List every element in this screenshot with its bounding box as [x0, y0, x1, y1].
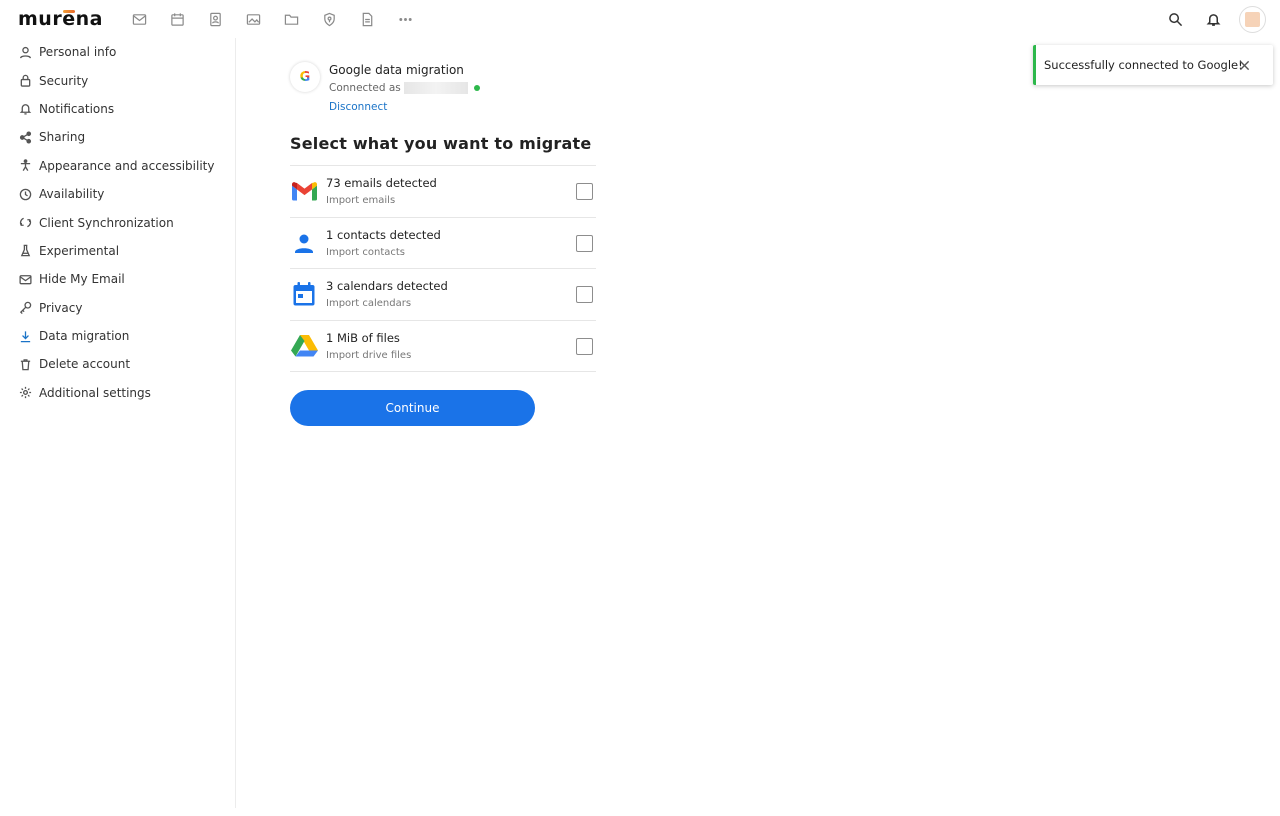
item-text: 73 emails detected Import emails: [326, 176, 437, 206]
item-subtitle: Import emails: [326, 195, 396, 207]
sidebar-item-label: Experimental: [39, 243, 120, 258]
sidebar-item-label: Hide My Email: [39, 272, 125, 287]
sidebar-item-label: Appearance and accessibility: [39, 158, 215, 173]
mail-app-icon[interactable]: [128, 8, 150, 30]
share-icon: [18, 130, 32, 144]
sidebar-item-appearance[interactable]: Appearance and accessibility: [0, 152, 235, 180]
files-app-icon[interactable]: [280, 8, 302, 30]
search-icon[interactable]: [1163, 5, 1187, 33]
sidebar-item-label: Delete account: [39, 357, 131, 372]
bell-icon: [18, 102, 32, 116]
data-migration-panel: G Google data migration Connected as Dis…: [290, 56, 600, 426]
google-account-box: G Google data migration Connected as Dis…: [290, 56, 600, 113]
top-bar: murena: [0, 0, 1280, 38]
sidebar-item-label: Personal info: [39, 45, 117, 60]
sync-icon: [18, 216, 32, 230]
photos-app-icon[interactable]: [242, 8, 264, 30]
continue-button[interactable]: Continue: [290, 390, 535, 426]
import-emails-checkbox[interactable]: [576, 183, 593, 200]
sidebar-item-label: Client Synchronization: [39, 215, 174, 230]
import-files-checkbox[interactable]: [576, 337, 593, 355]
list-item-files[interactable]: 1 MiB of files Import drive files: [290, 321, 596, 372]
item-title: 1 MiB of files: [326, 330, 400, 345]
header-actions: [1163, 5, 1266, 33]
sidebar-item-label: Privacy: [39, 300, 83, 315]
import-calendars-checkbox[interactable]: [576, 286, 593, 303]
gear-icon: [18, 386, 32, 400]
sidebar-item-security[interactable]: Security: [0, 66, 235, 94]
item-text: 1 contacts detected Import contacts: [326, 228, 441, 258]
item-title: 73 emails detected: [326, 176, 437, 191]
sidebar-item-label: Sharing: [39, 130, 86, 145]
key-icon: [18, 301, 32, 315]
murena-logo[interactable]: murena: [18, 8, 103, 30]
sidebar-item-label: Additional settings: [39, 385, 151, 400]
list-item-calendars[interactable]: 3 calendars detected Import calendars: [290, 269, 596, 321]
sidebar-item-experimental[interactable]: Experimental: [0, 237, 235, 265]
list-item-emails[interactable]: 73 emails detected Import emails: [290, 166, 596, 218]
notes-app-icon[interactable]: [356, 8, 378, 30]
settings-sidebar: Personal info Security Notifications Sha…: [0, 38, 236, 808]
sidebar-item-label: Availability: [39, 187, 105, 202]
item-subtitle: Import drive files: [326, 349, 412, 361]
sidebar-item-delete-account[interactable]: Delete account: [0, 350, 235, 378]
sidebar-item-label: Data migration: [39, 329, 130, 344]
google-logo-icon: G: [290, 62, 320, 92]
calendar-app-icon[interactable]: [166, 8, 188, 30]
contacts-app-icon[interactable]: [204, 8, 226, 30]
item-title: 1 contacts detected: [326, 227, 441, 242]
item-text: 1 MiB of files Import drive files: [326, 331, 411, 361]
lock-icon: [18, 74, 32, 88]
passwords-app-icon[interactable]: [318, 8, 340, 30]
import-contacts-checkbox[interactable]: [576, 234, 593, 252]
migration-title: Google data migration: [329, 63, 464, 77]
connected-status-dot: [473, 85, 480, 91]
close-icon[interactable]: [1237, 58, 1251, 72]
sidebar-item-client-sync[interactable]: Client Synchronization: [0, 208, 235, 236]
trash-icon: [18, 357, 32, 371]
disconnect-link[interactable]: Disconnect: [329, 101, 480, 113]
mail-icon: [18, 272, 32, 286]
connected-as-label: Connected as: [329, 82, 401, 94]
sidebar-item-availability[interactable]: Availability: [0, 180, 235, 208]
list-item-contacts[interactable]: 1 contacts detected Import contacts: [290, 218, 596, 269]
toast-message: Successfully connected to Google!: [1044, 58, 1243, 72]
connection-status: Connected as: [329, 82, 480, 94]
redacted-account: [403, 82, 468, 94]
sidebar-item-additional-settings[interactable]: Additional settings: [0, 379, 235, 407]
more-apps-icon[interactable]: [394, 8, 416, 30]
accessibility-icon: [18, 159, 32, 173]
success-toast: Successfully connected to Google!: [1033, 45, 1273, 85]
download-icon: [18, 329, 32, 343]
item-text: 3 calendars detected Import calendars: [326, 279, 448, 309]
person-icon: [18, 45, 32, 59]
app-switcher: [128, 8, 416, 30]
sidebar-item-privacy[interactable]: Privacy: [0, 294, 235, 322]
sidebar-item-hide-my-email[interactable]: Hide My Email: [0, 265, 235, 293]
item-subtitle: Import contacts: [326, 246, 405, 258]
item-subtitle: Import calendars: [326, 298, 412, 310]
migration-options-list: 73 emails detected Import emails 1 conta…: [290, 165, 596, 372]
sidebar-item-data-migration[interactable]: Data migration: [0, 322, 235, 350]
sidebar-item-label: Notifications: [39, 101, 115, 116]
clock-icon: [18, 187, 32, 201]
avatar[interactable]: [1239, 5, 1266, 33]
google-account-info: Google data migration Connected as Disco…: [329, 56, 480, 113]
migration-heading: Select what you want to migrate: [290, 134, 592, 153]
flask-icon: [18, 244, 32, 258]
calendar-icon: [290, 280, 318, 308]
sidebar-item-notifications[interactable]: Notifications: [0, 95, 235, 123]
google-drive-icon: [290, 332, 318, 360]
sidebar-item-sharing[interactable]: Sharing: [0, 123, 235, 151]
sidebar-item-label: Security: [39, 73, 89, 88]
bell-icon[interactable]: [1201, 5, 1225, 33]
item-title: 3 calendars detected: [326, 279, 448, 294]
gmail-icon: [290, 177, 318, 205]
sidebar-item-personal-info[interactable]: Personal info: [0, 38, 235, 66]
contact-person-icon: [290, 229, 318, 257]
